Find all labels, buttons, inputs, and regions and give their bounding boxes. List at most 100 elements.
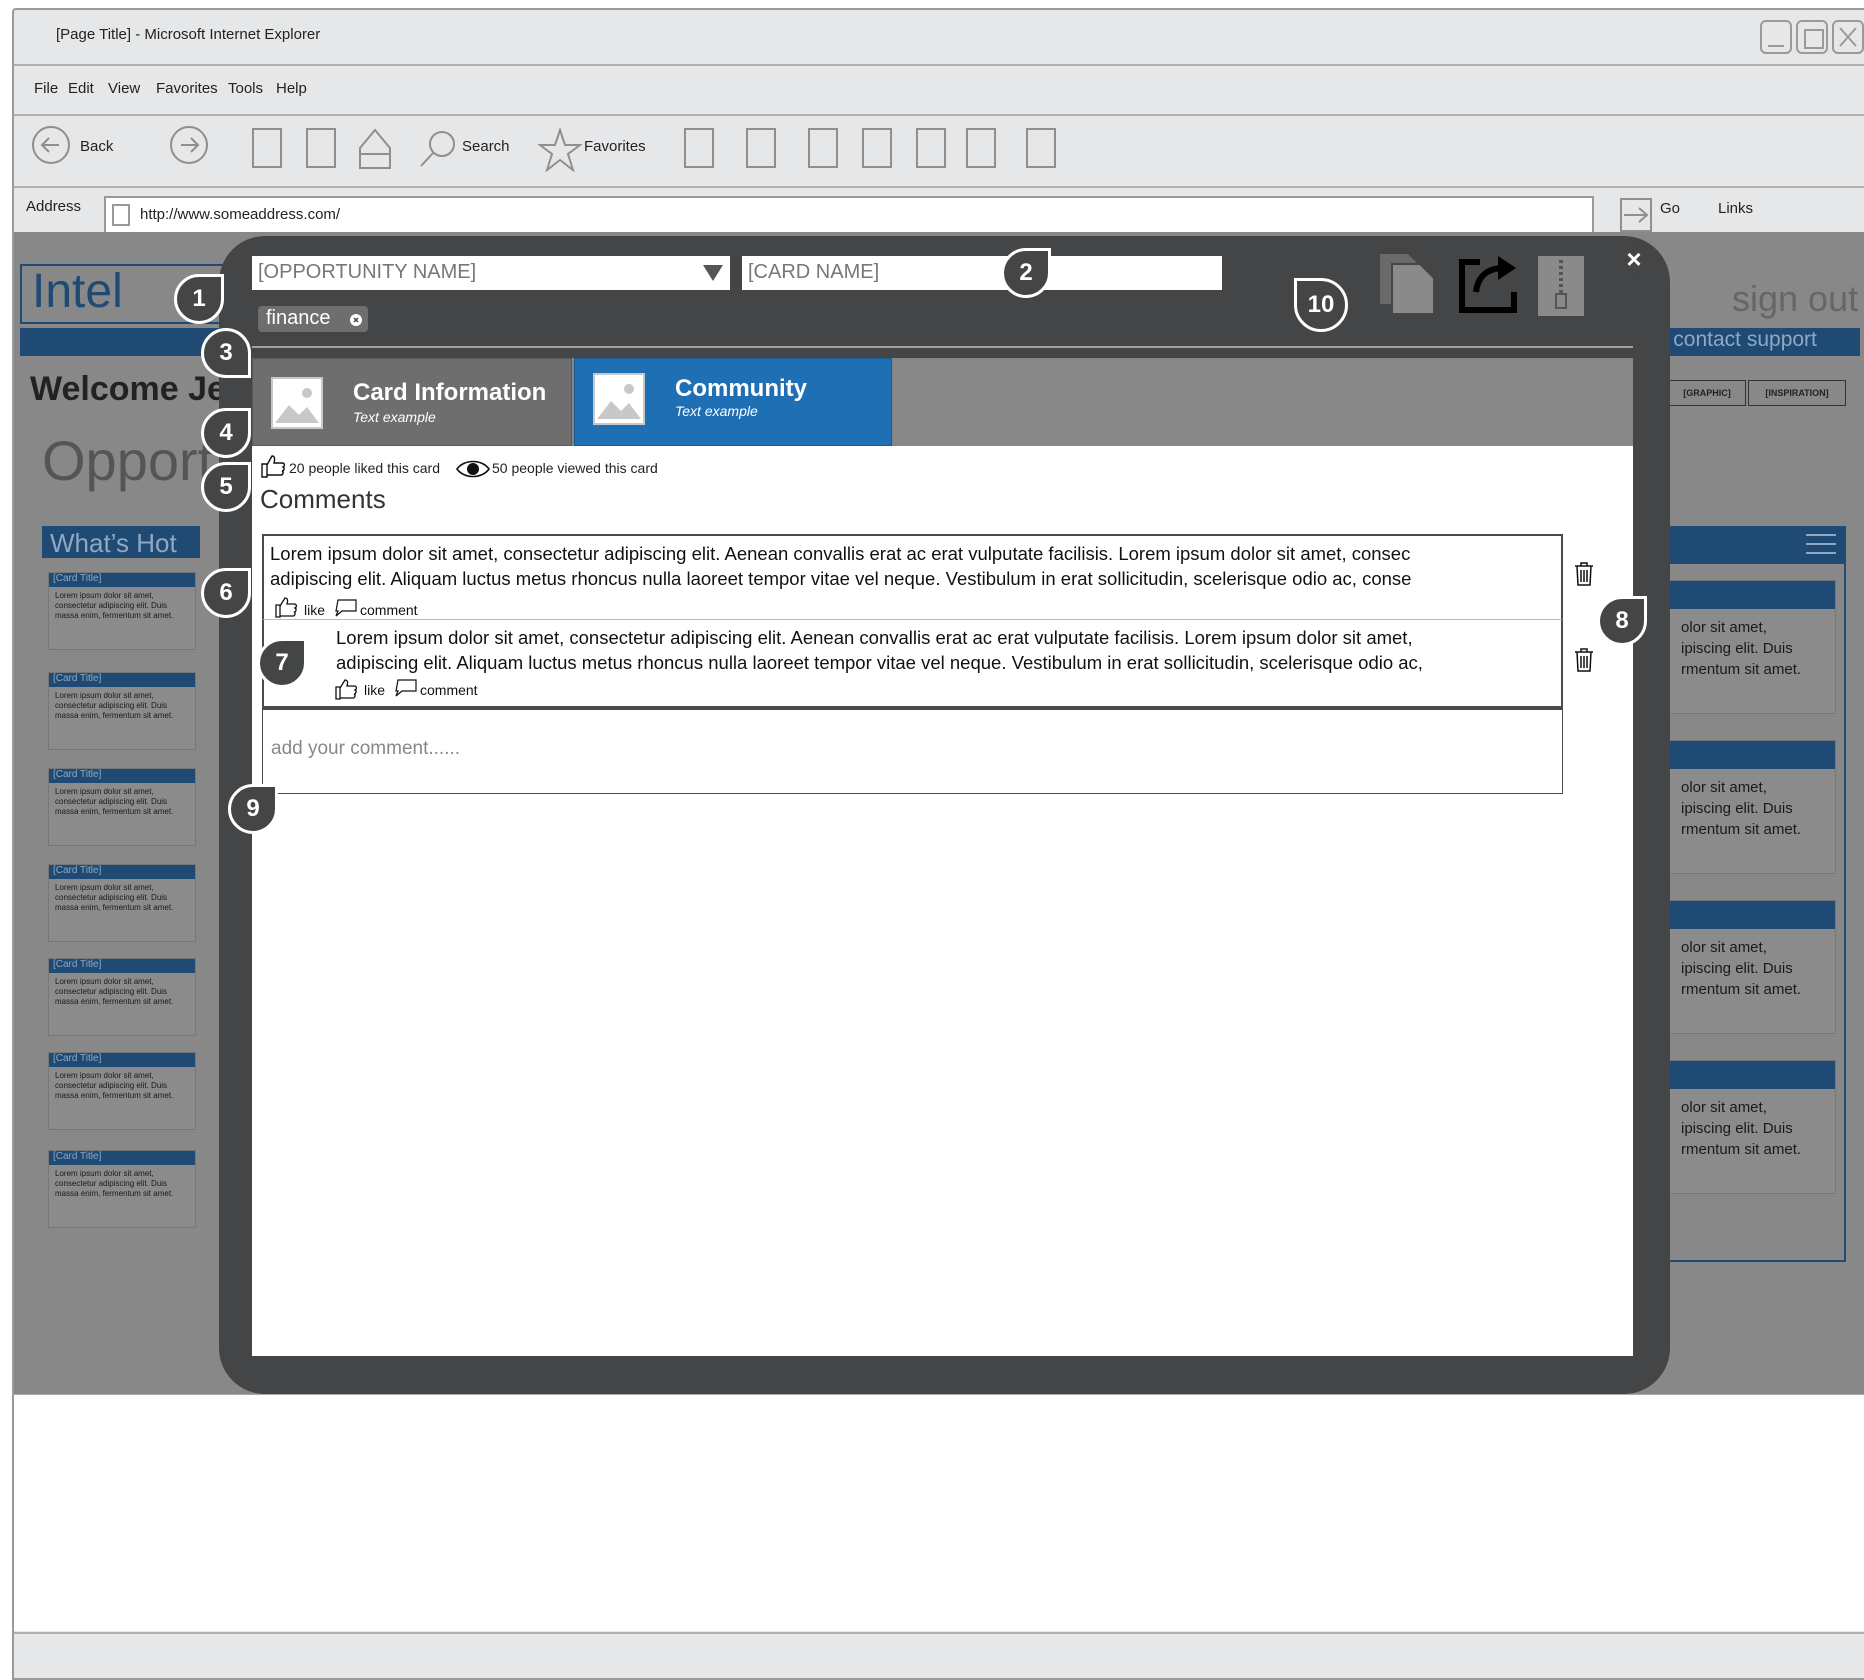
tab-community[interactable]: Community Text example xyxy=(574,358,892,446)
bg-right-card-text: olor sit amet, ipiscing elit. Duis rmentum… xyxy=(1681,617,1801,680)
add-comment-input[interactable]: add your comment...... xyxy=(262,708,1563,794)
bg-card-text: Lorem ipsum dolor sit amet, consectetur … xyxy=(55,691,174,720)
comment-button[interactable]: comment xyxy=(420,682,478,698)
tag-inspiration[interactable]: [INSPIRATION] xyxy=(1748,380,1846,406)
trash-icon[interactable] xyxy=(1574,648,1594,672)
go-arrow-icon[interactable] xyxy=(1620,198,1652,232)
close-icon xyxy=(1839,27,1857,47)
like-icon[interactable] xyxy=(274,596,298,618)
bg-right-card-text: olor sit amet, ipiscing elit. Duis rmentum… xyxy=(1681,1097,1801,1160)
bg-card[interactable]: [Card Title] Lorem ipsum dolor sit amet, … xyxy=(48,958,196,1036)
toolbar-button-6[interactable] xyxy=(966,128,996,168)
bg-right-card-line: olor sit amet, xyxy=(1681,939,1767,956)
opportunity-name-select[interactable]: [OPPORTUNITY NAME] xyxy=(252,256,730,290)
remove-tag-icon[interactable] xyxy=(350,314,362,326)
star-icon[interactable] xyxy=(538,128,582,172)
bg-right-card-line: rmentum sit amet. xyxy=(1681,661,1802,678)
like-icon[interactable] xyxy=(334,678,358,700)
toolbar-button-5[interactable] xyxy=(916,128,946,168)
bg-right-card-line: rmentum sit amet. xyxy=(1681,821,1802,838)
bg-card-title: [Card Title] xyxy=(49,573,195,587)
close-window-button[interactable] xyxy=(1832,20,1864,54)
comment-text-line: Lorem ipsum dolor sit amet, consectetur … xyxy=(270,543,1411,564)
toolbar-button-3[interactable] xyxy=(808,128,838,168)
bg-card[interactable]: [Card Title] Lorem ipsum dolor sit amet, … xyxy=(48,864,196,942)
card-name-input[interactable]: [CARD NAME] xyxy=(742,256,1222,290)
callout-2: 2 xyxy=(1001,248,1051,298)
toolbar-button-7[interactable] xyxy=(1026,128,1056,168)
hamburger-icon[interactable] xyxy=(1806,533,1836,555)
bg-right-card-text: olor sit amet, ipiscing elit. Duis rmentum… xyxy=(1681,777,1801,840)
stop-button[interactable] xyxy=(252,128,282,168)
menu-help[interactable]: Help xyxy=(276,80,307,97)
go-button[interactable]: Go xyxy=(1660,200,1680,217)
opportunity-name-placeholder: [OPPORTUNITY NAME] xyxy=(258,261,477,283)
callout-7: 7 xyxy=(257,638,307,688)
trash-icon[interactable] xyxy=(1574,562,1594,586)
menu-bar: File Edit View Favorites Tools Help xyxy=(14,66,1864,116)
close-modal-button[interactable]: × xyxy=(1620,246,1648,274)
bg-right-card[interactable]: olor sit amet, ipiscing elit. Duis rmentum… xyxy=(1664,900,1836,1034)
bg-card-text: Lorem ipsum dolor sit amet, consectetur … xyxy=(55,883,174,912)
links-button[interactable]: Links xyxy=(1718,200,1753,217)
bg-card[interactable]: [Card Title] Lorem ipsum dolor sit amet, … xyxy=(48,572,196,650)
tab-card-information-title: Card Information xyxy=(353,379,547,406)
bg-card[interactable]: [Card Title] Lorem ipsum dolor sit amet, … xyxy=(48,1052,196,1130)
back-button[interactable] xyxy=(32,126,70,164)
comment-button[interactable]: comment xyxy=(360,602,418,618)
dropdown-arrow-icon xyxy=(703,265,723,281)
bg-right-card[interactable]: olor sit amet, ipiscing elit. Duis rmentum… xyxy=(1664,1060,1836,1194)
welcome-heading: Welcome Je xyxy=(30,370,226,408)
tab-card-information[interactable]: Card Information Text example xyxy=(252,358,572,446)
like-button[interactable]: like xyxy=(364,682,385,698)
bg-card[interactable]: [Card Title] Lorem ipsum dolor sit amet, … xyxy=(48,1150,196,1228)
menu-view[interactable]: View xyxy=(108,80,140,97)
bg-card-title: [Card Title] xyxy=(49,1053,195,1067)
likes-count-text: 20 people liked this card xyxy=(289,460,440,476)
maximize-button[interactable] xyxy=(1796,20,1828,54)
bg-card[interactable]: [Card Title] Lorem ipsum dolor sit amet, … xyxy=(48,768,196,846)
menu-favorites[interactable]: Favorites xyxy=(156,80,218,97)
bg-right-card-line: olor sit amet, xyxy=(1681,619,1767,636)
bg-right-card[interactable]: olor sit amet, ipiscing elit. Duis rmentum… xyxy=(1664,740,1836,874)
search-label[interactable]: Search xyxy=(462,138,510,155)
bg-card-title: [Card Title] xyxy=(49,959,195,973)
bg-card[interactable]: [Card Title] Lorem ipsum dolor sit amet, … xyxy=(48,672,196,750)
section-title: Opport xyxy=(42,429,214,492)
minimize-button[interactable] xyxy=(1760,20,1792,54)
comment-bubble-icon[interactable] xyxy=(394,678,418,698)
window-title: [Page Title] - Microsoft Internet Explor… xyxy=(56,26,321,43)
favorites-label[interactable]: Favorites xyxy=(584,138,646,155)
back-label: Back xyxy=(80,138,114,155)
arrow-right-icon xyxy=(181,137,200,153)
bg-card-text: Lorem ipsum dolor sit amet, consectetur … xyxy=(55,1169,174,1198)
comment-bubble-icon[interactable] xyxy=(334,598,358,618)
search-icon[interactable] xyxy=(418,128,458,168)
like-button[interactable]: like xyxy=(304,602,325,618)
comment-text-line: adipiscing elit. Aliquam luctus metus rh… xyxy=(336,652,1423,673)
refresh-button[interactable] xyxy=(306,128,336,168)
comment-text-line: Lorem ipsum dolor sit amet, consectetur … xyxy=(336,627,1413,648)
bg-right-card[interactable]: olor sit amet, ipiscing elit. Duis rmentum… xyxy=(1664,580,1836,714)
card-name-placeholder: [CARD NAME] xyxy=(748,261,880,283)
status-bar xyxy=(14,1632,1864,1674)
menu-edit[interactable]: Edit xyxy=(68,80,94,97)
comment-reply-item: Lorem ipsum dolor sit amet, consectetur … xyxy=(262,620,1563,708)
toolbar-button-2[interactable] xyxy=(746,128,776,168)
share-icon[interactable] xyxy=(1458,252,1520,314)
zip-file-icon[interactable] xyxy=(1538,256,1584,316)
tab-card-information-subtitle: Text example xyxy=(353,409,436,425)
bg-right-card-header xyxy=(1665,741,1835,769)
menu-file[interactable]: File xyxy=(34,80,58,97)
menu-tools[interactable]: Tools xyxy=(228,80,263,97)
copy-icon[interactable] xyxy=(1378,252,1436,316)
sign-out-link[interactable]: sign out xyxy=(1732,278,1858,320)
forward-button[interactable] xyxy=(170,126,208,164)
toolbar-button-4[interactable] xyxy=(862,128,892,168)
logo: Intel xyxy=(32,265,123,318)
address-input[interactable]: http://www.someaddress.com/ xyxy=(104,196,1594,234)
home-icon[interactable] xyxy=(358,128,392,170)
tag-graphic[interactable]: [GRAPHIC] xyxy=(1668,380,1746,406)
toolbar-button-1[interactable] xyxy=(684,128,714,168)
bg-right-card-header xyxy=(1665,1061,1835,1089)
